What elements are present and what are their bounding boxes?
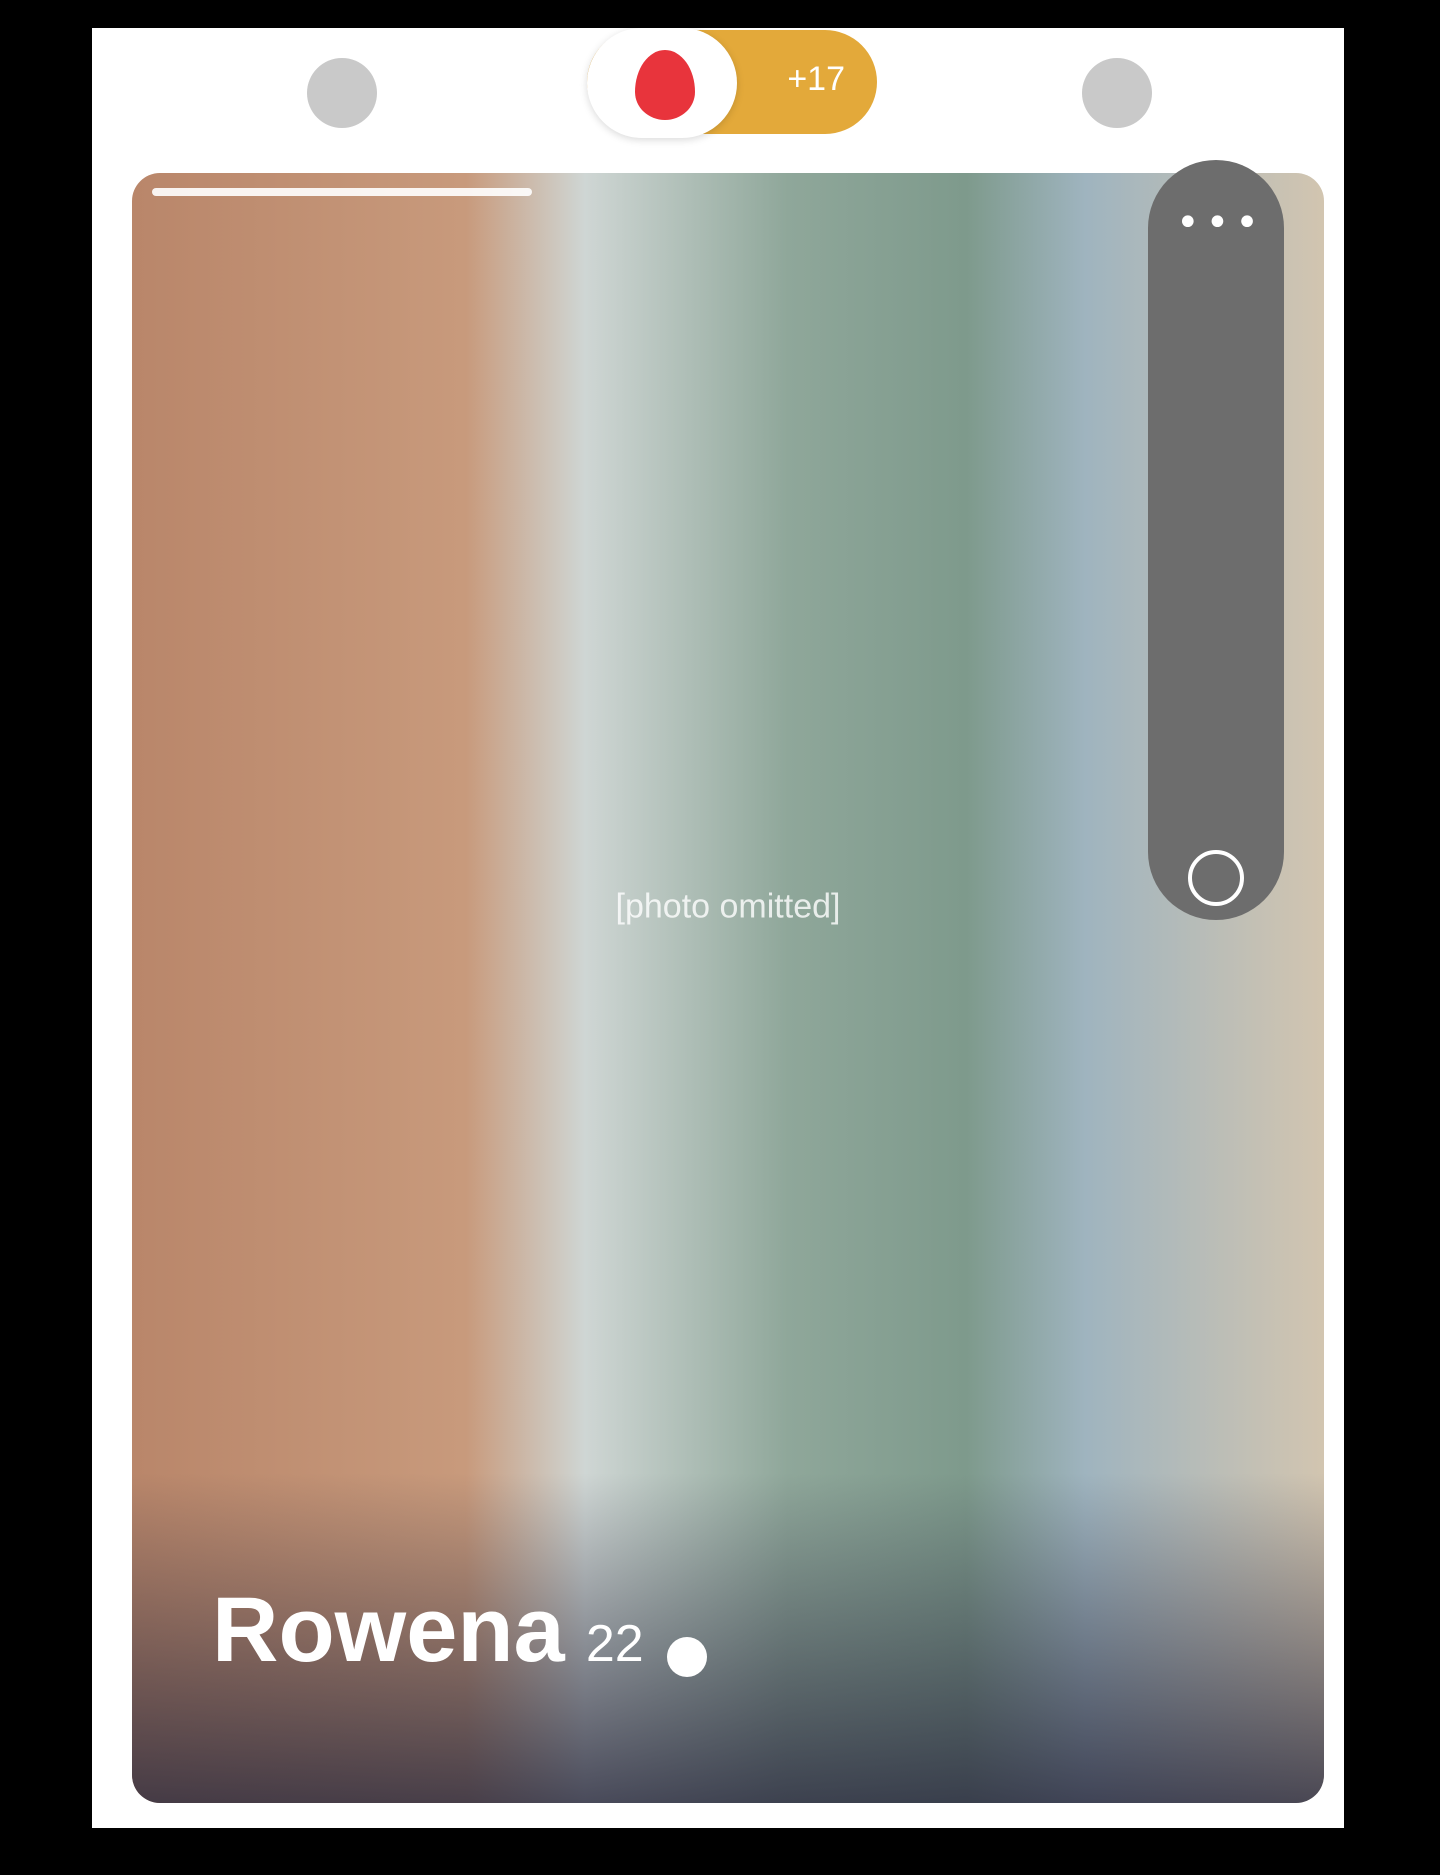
top-nav: +17 [92, 28, 1344, 158]
profile-header: Rowena 22 [212, 1578, 707, 1683]
side-overlay[interactable]: ••• [1148, 160, 1284, 920]
photo-progress-bar [152, 188, 532, 196]
profile-name: Rowena [212, 1579, 565, 1681]
discover-tab[interactable] [587, 28, 737, 138]
profile-card[interactable]: [photo omitted] Rowena 22 [132, 173, 1324, 1803]
boost-count: +17 [787, 60, 845, 98]
info-icon[interactable] [666, 1636, 707, 1677]
chat-icon[interactable] [1082, 58, 1152, 128]
photo-placeholder: [photo omitted] [615, 887, 841, 925]
profile-icon[interactable] [307, 58, 377, 128]
mute-icon[interactable] [1188, 850, 1244, 906]
profile-age: 22 [585, 1615, 644, 1673]
flame-icon [635, 50, 695, 120]
more-icon[interactable]: ••• [1176, 200, 1265, 246]
